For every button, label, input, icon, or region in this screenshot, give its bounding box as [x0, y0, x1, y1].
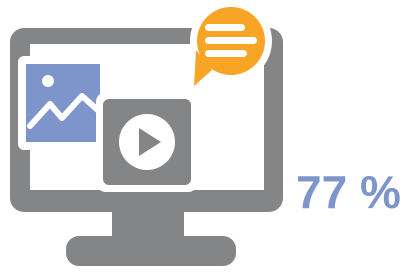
media-monitor-illustration — [10, 0, 283, 266]
chat-line-1 — [205, 24, 245, 31]
chat-line-2 — [205, 37, 257, 44]
chat-line-3 — [205, 50, 247, 57]
image-sun — [42, 75, 54, 87]
percentage-stat: 77 % — [296, 166, 401, 218]
video-play-icon — [96, 92, 198, 192]
monitor-stand — [66, 236, 236, 266]
image-icon — [18, 56, 106, 150]
